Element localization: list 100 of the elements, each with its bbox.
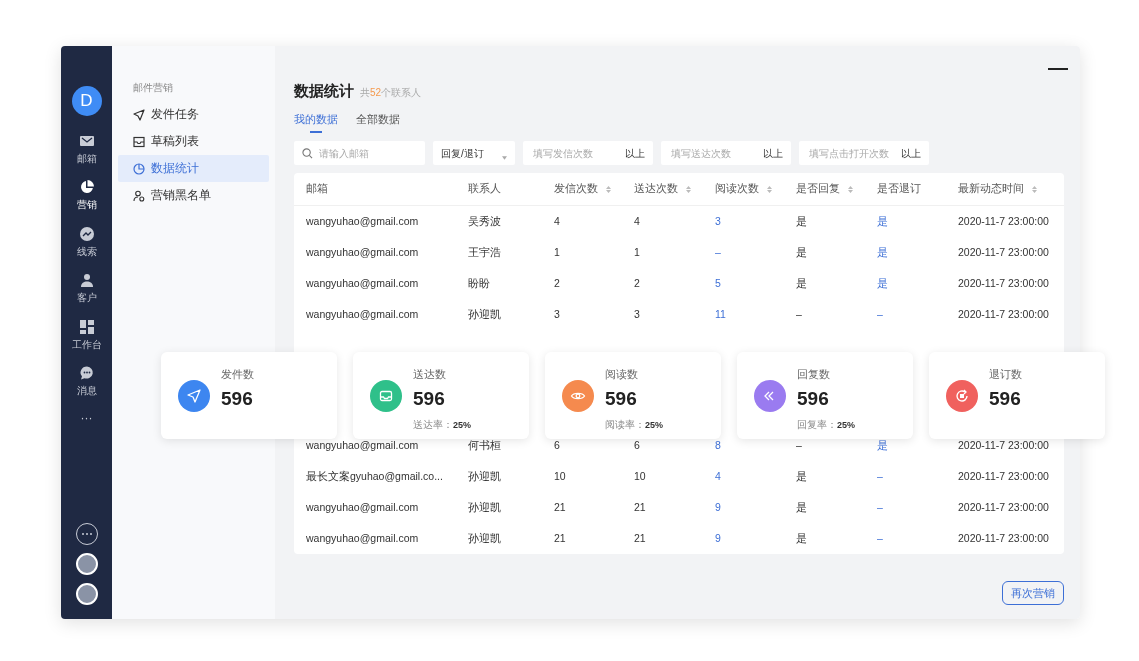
- sort-icon[interactable]: [606, 185, 611, 193]
- user-icon: [78, 272, 95, 289]
- table-link[interactable]: 9: [715, 530, 796, 547]
- stat-rate: 送达率：25%: [413, 418, 471, 432]
- table-cell-text: 6: [554, 437, 561, 453]
- user-avatar[interactable]: [75, 583, 98, 605]
- search-field[interactable]: 请输入邮箱: [294, 141, 425, 165]
- table-link[interactable]: 是: [877, 275, 958, 292]
- caret-icon: [502, 156, 507, 160]
- column-header: 联系人: [468, 181, 502, 197]
- table-cell-text: 2: [634, 275, 641, 291]
- pie-chart-icon: [133, 162, 145, 175]
- sort-icon[interactable]: [767, 185, 772, 193]
- user-avatar[interactable]: [75, 553, 98, 575]
- chat-icon: [78, 365, 95, 382]
- user-block-icon: [133, 189, 145, 202]
- sort-icon[interactable]: [686, 185, 691, 193]
- table-cell-text: 是: [796, 530, 808, 546]
- table-cell-text: wangyuhao@gmail.com: [306, 499, 420, 515]
- send-icon: [133, 108, 145, 121]
- table-cell-text: 孙迎凯: [468, 306, 502, 322]
- select-field[interactable]: 回复/退订: [433, 141, 515, 165]
- table-link[interactable]: 5: [715, 275, 796, 292]
- number-field[interactable]: 填写点击打开次数 以上: [799, 141, 929, 165]
- table-link[interactable]: –: [877, 499, 958, 516]
- minimize-icon[interactable]: [1048, 68, 1068, 70]
- table-cell-text: 是: [796, 468, 808, 484]
- table-link[interactable]: 8: [715, 437, 796, 454]
- tab[interactable]: 我的数据: [294, 106, 338, 133]
- column-header: 是否退订: [877, 181, 922, 197]
- contact-count: 共52个联系人: [360, 86, 422, 100]
- table-link[interactable]: 11: [715, 306, 796, 323]
- table-cell-text: 吴秀波: [468, 213, 502, 229]
- field-suffix: 以上: [625, 146, 645, 161]
- sort-icon[interactable]: [1032, 185, 1037, 193]
- table-link[interactable]: 是: [877, 213, 958, 230]
- field-suffix: 以上: [763, 146, 783, 161]
- number-field[interactable]: 填写送达次数 以上: [661, 141, 791, 165]
- number-input[interactable]: 填写送达次数: [669, 144, 763, 162]
- menu-item[interactable]: 发件任务: [118, 101, 269, 128]
- table-cell-text: 是: [796, 275, 808, 291]
- table-cell-text: 21: [634, 530, 647, 546]
- table-cell-text: –: [796, 306, 803, 322]
- nav-item[interactable]: 工作台: [71, 312, 102, 359]
- sort-icon[interactable]: [848, 185, 853, 193]
- stat-value: 596: [797, 389, 830, 408]
- column-header: 阅读次数: [715, 181, 796, 197]
- menu-item[interactable]: 数据统计: [118, 155, 269, 182]
- nav-item[interactable]: 邮箱: [76, 126, 97, 173]
- table-cell-text: wangyuhao@gmail.com: [306, 244, 420, 260]
- table-cell-text: wangyuhao@gmail.com: [306, 213, 420, 229]
- nav-item[interactable]: 线索: [76, 219, 97, 266]
- field-suffix: 以上: [901, 146, 921, 161]
- inbox-icon: [133, 135, 145, 148]
- number-field[interactable]: 填写发信次数 以上: [523, 141, 653, 165]
- stat-title: 送达数: [413, 369, 447, 380]
- table-cell-text: 2020-11-7 23:00:00: [958, 306, 1050, 322]
- table-cell-text: 盼盼: [468, 275, 491, 291]
- more-icon[interactable]: ···: [80, 409, 93, 427]
- number-input[interactable]: 填写点击打开次数: [807, 144, 901, 162]
- table-link[interactable]: –: [877, 530, 958, 547]
- table-link[interactable]: –: [877, 468, 958, 485]
- nav-item[interactable]: 消息: [76, 358, 97, 405]
- nav-item[interactable]: 客户: [76, 265, 97, 312]
- table-link[interactable]: 4: [715, 468, 796, 485]
- nav-item[interactable]: 营销: [76, 172, 97, 219]
- column-header: 发信次数: [554, 181, 634, 197]
- table-cell-text: wangyuhao@gmail.com: [306, 530, 420, 546]
- table-cell-text: 王宇浩: [468, 244, 502, 260]
- page-title: 数据统计: [294, 81, 354, 101]
- pie-chart-icon: [78, 179, 95, 196]
- table-cell-text: 21: [554, 530, 567, 546]
- table-cell-text: 2020-11-7 23:00:00: [958, 499, 1050, 515]
- tab[interactable]: 全部数据: [356, 106, 400, 133]
- table-link[interactable]: 是: [877, 244, 958, 261]
- table-cell-text: 10: [554, 468, 567, 484]
- table-cell-text: 21: [554, 499, 567, 515]
- stat-title: 发件数: [221, 369, 254, 380]
- column-header: 最新动态时间: [958, 181, 1064, 197]
- table-link[interactable]: –: [715, 244, 796, 261]
- table-cell-text: 2020-11-7 23:00:00: [958, 530, 1050, 546]
- menu-item[interactable]: 草稿列表: [118, 128, 269, 155]
- table-cell-text: wangyuhao@gmail.com: [306, 306, 420, 322]
- number-input[interactable]: 填写发信次数: [531, 144, 625, 162]
- section-title: 邮件营销: [132, 81, 174, 95]
- menu-item[interactable]: 营销黑名单: [118, 182, 269, 209]
- table-cell-text: 是: [796, 499, 808, 515]
- remarket-button[interactable]: 再次营销: [1002, 580, 1064, 605]
- column-header: 邮箱: [306, 181, 329, 197]
- search-input[interactable]: 请输入邮箱: [317, 144, 417, 162]
- avatar[interactable]: D: [71, 86, 102, 116]
- column-header: 送达次数: [634, 181, 715, 197]
- table-cell-text: 最长文案gyuhao@gmail.co...: [306, 468, 444, 484]
- table-link[interactable]: 是: [877, 437, 958, 454]
- table-cell-text: 3: [634, 306, 641, 322]
- table-link[interactable]: 3: [715, 213, 796, 230]
- table-link[interactable]: –: [877, 306, 958, 323]
- stat-value: 596: [989, 389, 1022, 408]
- table-cell-text: 6: [634, 437, 641, 453]
- table-link[interactable]: 9: [715, 499, 796, 516]
